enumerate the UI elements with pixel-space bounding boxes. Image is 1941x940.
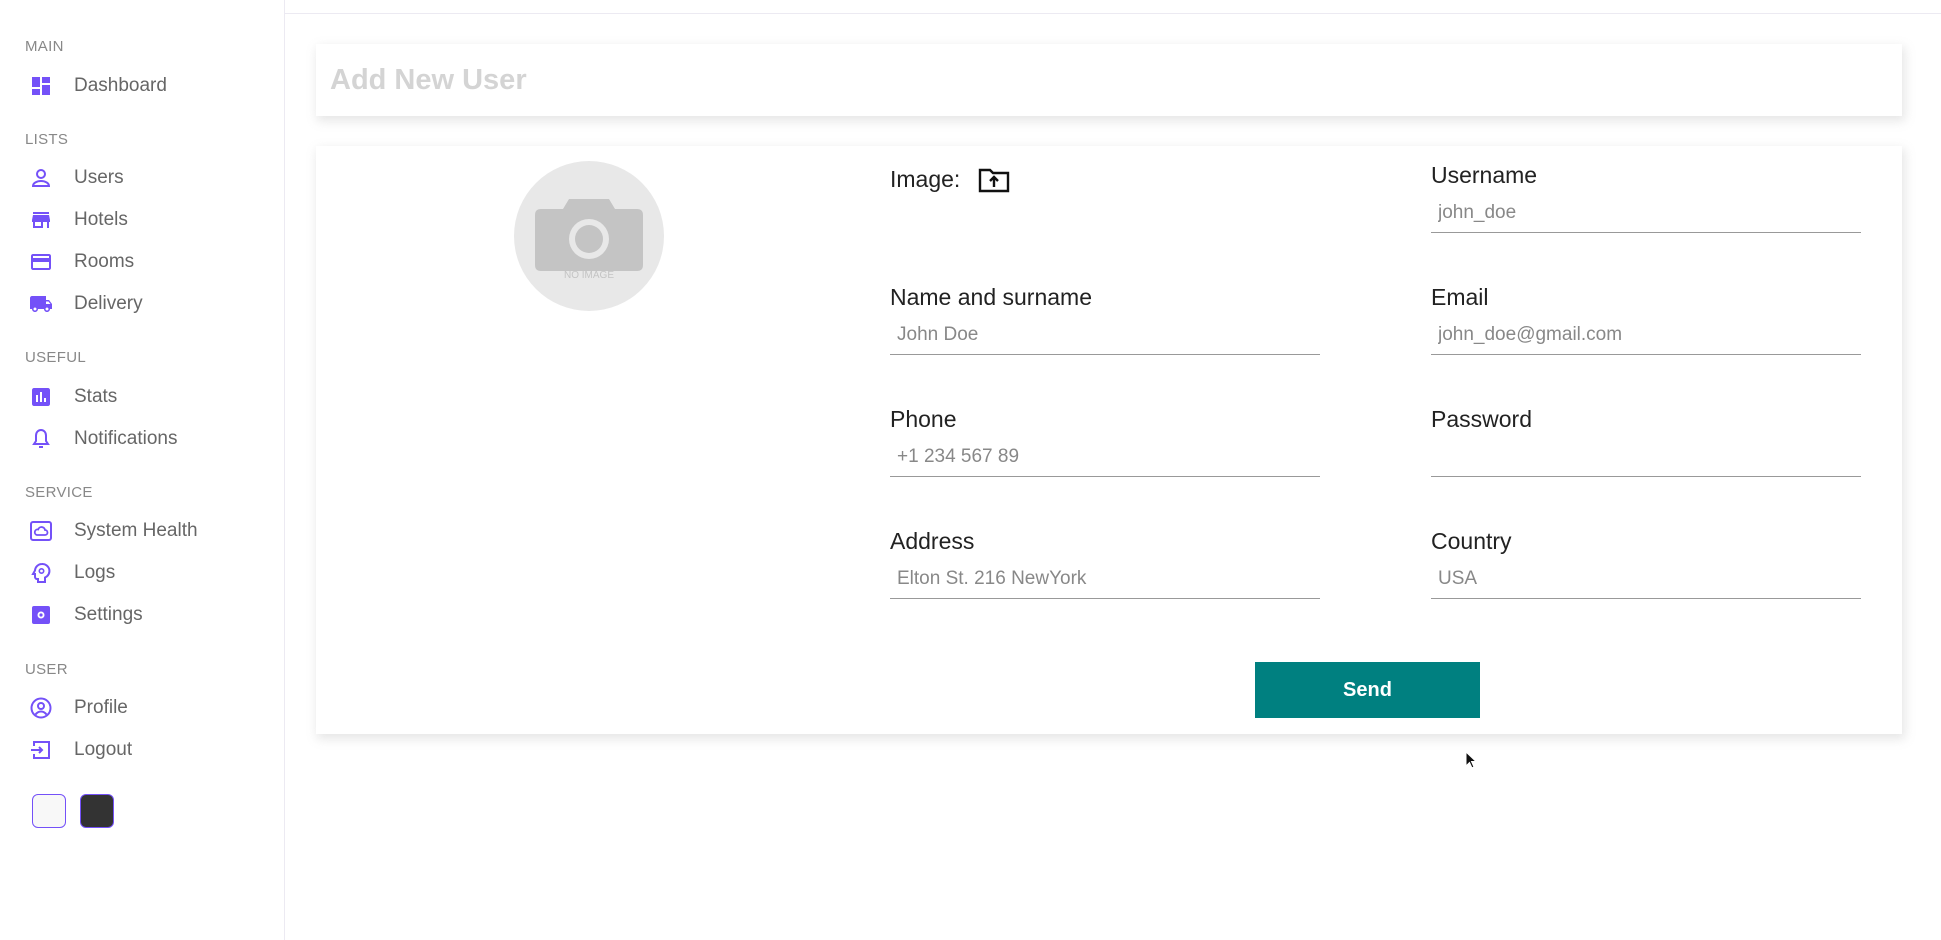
new-user-form: NO IMAGE Image: Username Name and surnam… bbox=[316, 146, 1902, 734]
sidebar-item-rooms[interactable]: Rooms bbox=[28, 244, 134, 280]
cloud-icon bbox=[28, 518, 54, 544]
sidebar-item-users[interactable]: Users bbox=[28, 160, 124, 196]
mouse-cursor-icon bbox=[1465, 751, 1477, 769]
address-label: Address bbox=[890, 528, 975, 554]
avatar-placeholder: NO IMAGE bbox=[514, 161, 664, 311]
sidebar-item-label: Logs bbox=[74, 562, 116, 583]
drive-folder-upload-icon[interactable] bbox=[978, 167, 1010, 193]
dashboard-icon bbox=[28, 73, 54, 99]
country-label: Country bbox=[1431, 528, 1512, 554]
image-label: Image: bbox=[890, 166, 961, 192]
sidebar-item-logout[interactable]: Logout bbox=[28, 732, 132, 768]
phone-field: Phone bbox=[890, 406, 1320, 477]
truck-icon bbox=[28, 291, 54, 317]
username-input[interactable] bbox=[1431, 197, 1861, 233]
bar-chart-icon bbox=[28, 384, 54, 410]
send-button[interactable]: Send bbox=[1255, 662, 1480, 718]
sidebar-item-label: Logout bbox=[74, 739, 133, 760]
password-field: Password bbox=[1431, 406, 1861, 477]
page-title: Add New User bbox=[330, 63, 527, 96]
name-field: Name and surname bbox=[890, 284, 1320, 355]
section-title-user: USER bbox=[25, 661, 68, 678]
avatar-text: NO IMAGE bbox=[564, 270, 614, 281]
sidebar-item-label: Hotels bbox=[74, 209, 128, 230]
section-title-useful: USEFUL bbox=[25, 349, 86, 366]
exit-icon bbox=[28, 737, 54, 763]
bell-icon bbox=[28, 426, 54, 452]
psychology-icon bbox=[28, 560, 54, 586]
email-label: Email bbox=[1431, 284, 1489, 310]
section-title-main: MAIN bbox=[25, 38, 64, 55]
sidebar-item-label: System Health bbox=[74, 520, 198, 541]
sidebar-item-system-health[interactable]: System Health bbox=[28, 513, 198, 549]
sidebar: MAIN Dashboard LISTS Users Hotels Rooms … bbox=[0, 0, 285, 940]
username-field: Username bbox=[1431, 162, 1861, 233]
email-input[interactable] bbox=[1431, 319, 1861, 355]
sidebar-item-profile[interactable]: Profile bbox=[28, 690, 128, 726]
sidebar-item-label: Notifications bbox=[74, 428, 178, 449]
image-upload-field: Image: bbox=[890, 166, 1010, 193]
top-navbar bbox=[285, 0, 1941, 14]
store-icon bbox=[28, 207, 54, 233]
name-input[interactable] bbox=[890, 319, 1320, 355]
sidebar-item-logs[interactable]: Logs bbox=[28, 555, 115, 591]
camera-icon: NO IMAGE bbox=[535, 199, 643, 281]
section-title-lists: LISTS bbox=[25, 131, 69, 148]
section-title-service: SERVICE bbox=[25, 484, 93, 501]
dark-theme-swatch[interactable] bbox=[80, 794, 114, 828]
sidebar-item-notifications[interactable]: Notifications bbox=[28, 421, 178, 457]
sidebar-item-label: Dashboard bbox=[74, 75, 167, 96]
sidebar-item-label: Stats bbox=[74, 386, 118, 407]
account-circle-icon bbox=[28, 695, 54, 721]
username-label: Username bbox=[1431, 162, 1538, 188]
settings-icon bbox=[28, 602, 54, 628]
sidebar-item-settings[interactable]: Settings bbox=[28, 597, 143, 633]
country-input[interactable] bbox=[1431, 563, 1861, 599]
email-field: Email bbox=[1431, 284, 1861, 355]
sidebar-item-label: Delivery bbox=[74, 293, 143, 314]
sidebar-item-label: Rooms bbox=[74, 251, 135, 272]
phone-input[interactable] bbox=[890, 441, 1320, 477]
page-header: Add New User bbox=[316, 44, 1902, 116]
country-field: Country bbox=[1431, 528, 1861, 599]
phone-label: Phone bbox=[890, 406, 957, 432]
address-input[interactable] bbox=[890, 563, 1320, 599]
sidebar-item-stats[interactable]: Stats bbox=[28, 379, 117, 415]
address-field: Address bbox=[890, 528, 1320, 599]
sidebar-item-label: Profile bbox=[74, 697, 128, 718]
credit-card-icon bbox=[28, 249, 54, 275]
sidebar-item-delivery[interactable]: Delivery bbox=[28, 286, 143, 322]
person-icon bbox=[28, 165, 54, 191]
sidebar-item-hotels[interactable]: Hotels bbox=[28, 202, 128, 238]
name-label: Name and surname bbox=[890, 284, 1092, 310]
password-input[interactable] bbox=[1431, 441, 1861, 477]
password-label: Password bbox=[1431, 406, 1532, 432]
sidebar-item-dashboard[interactable]: Dashboard bbox=[28, 68, 167, 104]
sidebar-item-label: Settings bbox=[74, 604, 143, 625]
light-theme-swatch[interactable] bbox=[32, 794, 66, 828]
sidebar-item-label: Users bbox=[74, 167, 124, 188]
